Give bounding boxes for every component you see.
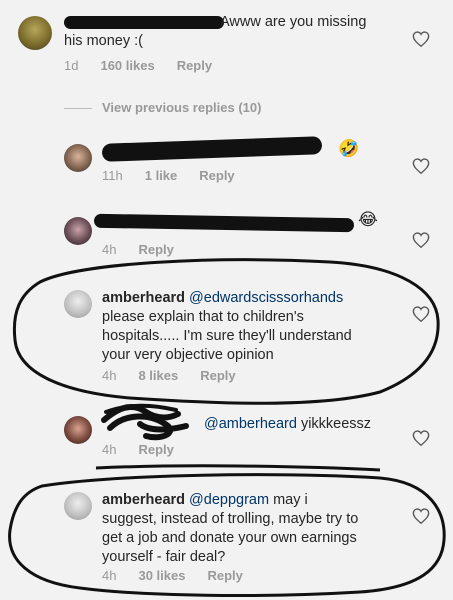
annotation-overlay — [8, 258, 446, 597]
annotation-line — [95, 464, 381, 472]
annotation-circle — [12, 258, 440, 405]
annotation-circle — [8, 473, 446, 597]
